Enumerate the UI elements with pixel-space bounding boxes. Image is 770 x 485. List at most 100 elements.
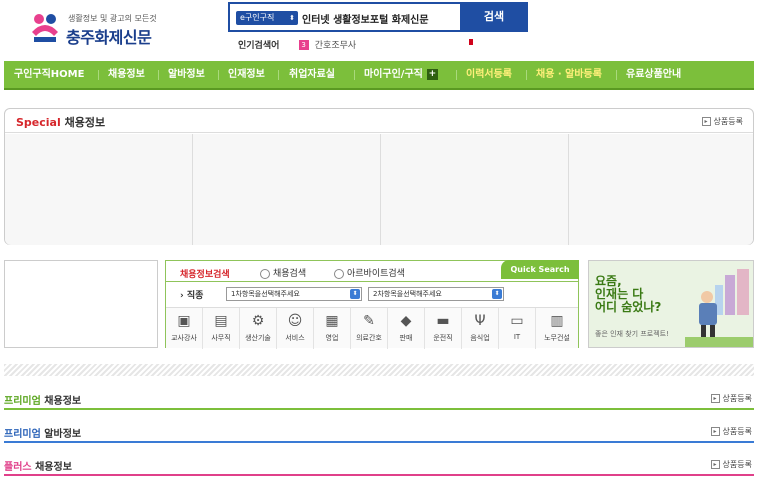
briefcase-icon: ▦ xyxy=(325,313,339,329)
arrow-right-icon: ▸ xyxy=(710,394,720,403)
secondary-category-value: 2차항목을선택해주세요 xyxy=(373,290,442,298)
category-label: 노무건설 xyxy=(544,334,570,342)
category-driving[interactable]: ▬ 운전직 xyxy=(425,308,462,349)
category-label: 영업 xyxy=(325,334,339,342)
radio-parttime-search[interactable]: 아르바이트검색 xyxy=(334,266,405,279)
nav-divider xyxy=(158,70,159,80)
search-button[interactable]: 검색 xyxy=(460,2,528,32)
category-label: 운전직 xyxy=(433,334,453,342)
red-marker-icon xyxy=(469,39,473,45)
radio-job-search-label: 채용검색 xyxy=(273,269,307,279)
plus-jobs-section: 플러스 채용정보 ▸ 상품등록 xyxy=(4,454,754,476)
search-input[interactable] xyxy=(302,9,462,27)
section-title: 플러스 채용정보 xyxy=(4,458,72,473)
quick-search-tab[interactable]: Quick Search xyxy=(501,260,579,279)
job-search-panel: 채용정보검색 채용검색 아르바이트검색 Quick Search › 직종 1차… xyxy=(165,260,579,349)
category-production[interactable]: ⚙ 생산기술 xyxy=(240,308,277,349)
truck-icon: ▬ xyxy=(436,313,450,329)
nav-divider xyxy=(98,70,99,80)
popular-rank-badge: 3 xyxy=(298,40,309,50)
section-register-link[interactable]: ▸ 상품등록 xyxy=(710,393,752,404)
special-jobs-title: Special 채용정보 xyxy=(16,114,105,130)
primary-category-select[interactable]: 1차항목을선택해주세요 ⬍ xyxy=(226,287,362,301)
category-retail[interactable]: ◆ 판매 xyxy=(388,308,425,349)
category-label: 서비스 xyxy=(285,334,305,342)
left-ad-box[interactable] xyxy=(4,260,158,348)
nav-divider xyxy=(456,70,457,80)
section-register-label: 상품등록 xyxy=(722,427,752,436)
nav-item-products[interactable]: 유료상품안내 xyxy=(626,61,681,88)
nav-item-home[interactable]: 구인구직HOME xyxy=(14,61,84,88)
category-food[interactable]: Ψ 음식업 xyxy=(462,308,499,349)
job-search-tabbar: 채용정보검색 채용검색 아르바이트검색 Quick Search xyxy=(166,260,579,282)
category-label: 의료간호 xyxy=(356,334,382,342)
category-service[interactable]: ☺ 서비스 xyxy=(277,308,314,349)
people-icon: ☺ xyxy=(287,313,303,329)
category-teacher[interactable]: ▣ 교사강사 xyxy=(166,308,203,349)
radio-parttime-search-label: 아르바이트검색 xyxy=(347,269,405,279)
special-register-link[interactable]: ▸ 상품등록 xyxy=(701,116,743,127)
special-jobs-header: Special 채용정보 ▸ 상품등록 xyxy=(5,109,753,133)
search-category-value: e구인구직 xyxy=(240,13,275,22)
nav-item-post[interactable]: 채용 · 알바등록 xyxy=(536,61,602,88)
section-underline xyxy=(4,408,754,410)
nav-item-jobs[interactable]: 채용정보 xyxy=(108,61,145,88)
popular-keyword-link[interactable]: 간호조무사 xyxy=(315,41,356,51)
site-logo[interactable]: 생활정보 및 광고의 모든것 충주화제신문 xyxy=(28,10,168,47)
id-card-icon: ▤ xyxy=(214,313,228,329)
syringe-icon: ✎ xyxy=(363,313,375,329)
radio-job-search[interactable]: 채용검색 xyxy=(260,266,306,279)
section-divider xyxy=(4,364,754,376)
nav-item-resume[interactable]: 이력서등록 xyxy=(466,61,512,88)
special-job-slot[interactable] xyxy=(5,134,193,245)
search-category-select[interactable]: e구인구직 ⬍ xyxy=(236,11,298,25)
category-construction[interactable]: ▥ 노무건설 xyxy=(536,308,578,349)
section-title-rest: 채용정보 xyxy=(31,462,72,473)
category-label: 음식업 xyxy=(470,334,490,342)
section-register-label: 상품등록 xyxy=(722,460,752,469)
section-title-rest: 채용정보 xyxy=(40,396,82,407)
category-label: IT xyxy=(513,333,521,341)
section-underline xyxy=(4,474,754,476)
monitor-icon: ▭ xyxy=(510,313,524,329)
banner-headline: 요즘, 인재는 다 어디 숨었나? xyxy=(595,275,661,314)
special-job-slot[interactable] xyxy=(381,134,569,245)
talent-banner[interactable]: 요즘, 인재는 다 어디 숨었나? 좋은 인재 찾기 프로젝트! xyxy=(588,260,754,348)
special-job-slot[interactable] xyxy=(569,134,755,245)
radio-icon xyxy=(334,268,344,279)
job-search-title: 채용정보검색 xyxy=(180,270,230,280)
category-label: 판매 xyxy=(399,334,413,342)
category-label: 교사강사 xyxy=(171,334,197,342)
nav-item-resources[interactable]: 취업자료실 xyxy=(289,61,335,88)
special-job-slot[interactable] xyxy=(193,134,381,245)
secondary-category-select[interactable]: 2차항목을선택해주세요 ⬍ xyxy=(368,287,504,301)
select-arrow-icon: ⬍ xyxy=(350,289,360,299)
primary-category-value: 1차항목을선택해주세요 xyxy=(231,290,300,298)
nav-divider xyxy=(354,70,355,80)
nav-item-parttime[interactable]: 알바정보 xyxy=(168,61,205,88)
special-jobs-panel: Special 채용정보 ▸ 상품등록 xyxy=(4,108,754,245)
category-label: 사무직 xyxy=(211,334,231,342)
section-register-link[interactable]: ▸ 상품등록 xyxy=(710,459,752,470)
category-office[interactable]: ▤ 사무직 xyxy=(203,308,240,349)
nav-item-my[interactable]: 마이구인/구직 + xyxy=(364,61,438,88)
plus-icon[interactable]: + xyxy=(426,68,438,80)
category-medical[interactable]: ✎ 의료간호 xyxy=(351,308,388,349)
section-title: 프리미엄 알바정보 xyxy=(4,425,81,440)
logo-tagline: 생활정보 및 광고의 모든것 xyxy=(68,14,157,23)
special-register-label: 상품등록 xyxy=(713,117,743,126)
fork-knife-icon: Ψ xyxy=(474,313,486,329)
section-underline xyxy=(4,441,754,443)
category-it[interactable]: ▭ IT xyxy=(499,308,536,349)
section-title: 프리미엄 채용정보 xyxy=(4,392,81,407)
arrow-right-icon: ▸ xyxy=(710,460,720,469)
nav-divider xyxy=(218,70,219,80)
section-register-link[interactable]: ▸ 상품등록 xyxy=(710,426,752,437)
job-category-icons: ▣ 교사강사 ▤ 사무직 ⚙ 생산기술 ☺ 서비스 ▦ 영업 ✎ 의료간호 ◆ 판매 ▬ 운전직… xyxy=(166,307,578,349)
category-sales[interactable]: ▦ 영업 xyxy=(314,308,351,349)
logo-name: 충주화제신문 xyxy=(66,28,152,47)
nav-divider xyxy=(616,70,617,80)
nav-item-talent[interactable]: 인재정보 xyxy=(228,61,265,88)
dropdown-arrow-icon: ⬍ xyxy=(289,14,295,22)
nav-item-my-label: 마이구인/구직 xyxy=(364,69,423,80)
